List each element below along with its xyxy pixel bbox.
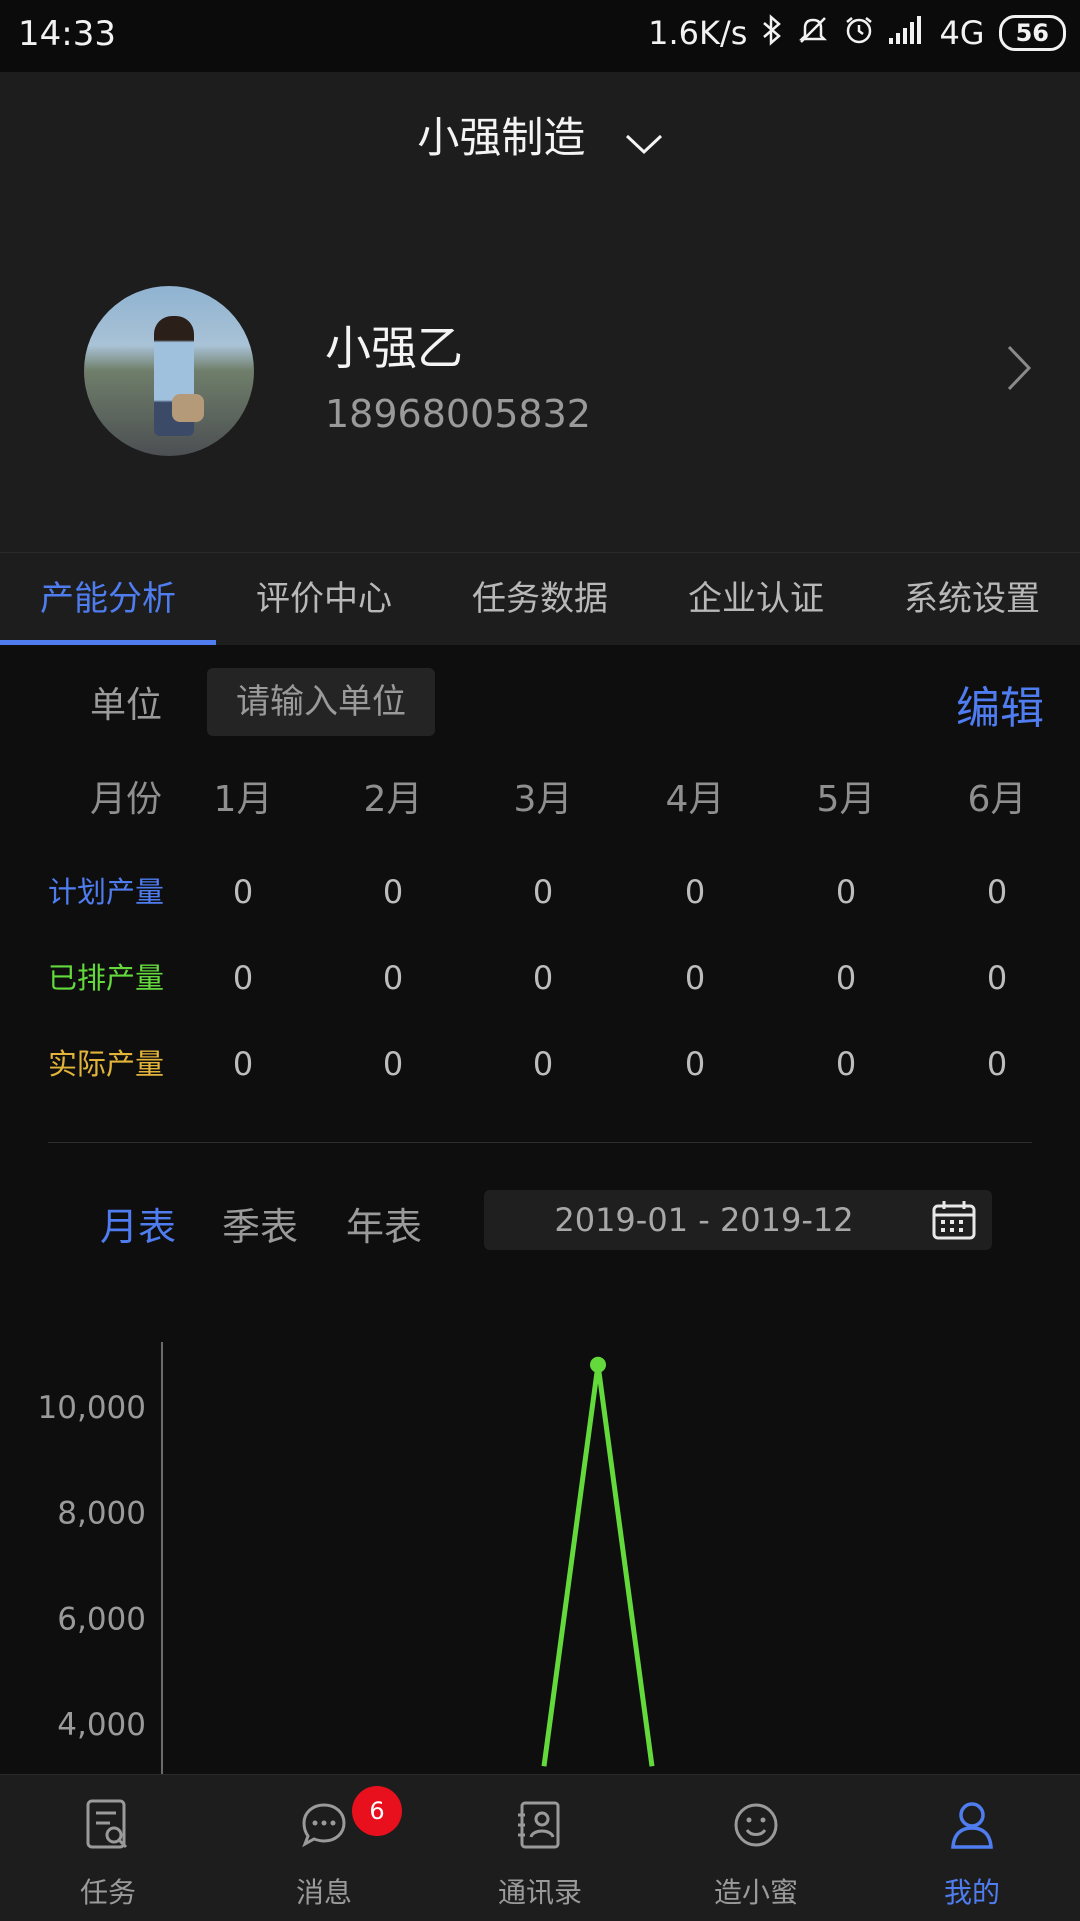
table-cell: 0	[986, 873, 1008, 911]
date-range-picker[interactable]: 2019-01 - 2019-12	[484, 1190, 992, 1250]
month-header: 4月	[665, 779, 725, 820]
month-header: 2月	[363, 779, 423, 820]
table-cell: 0	[986, 959, 1008, 997]
nav-item-contacts[interactable]: 通讯录	[432, 1775, 648, 1921]
nav-label: 通讯录	[497, 1876, 582, 1909]
mute-icon	[797, 14, 829, 52]
smile-icon	[732, 1797, 780, 1853]
nav-label: 我的	[943, 1876, 1000, 1909]
nav-label: 消息	[295, 1876, 352, 1909]
table-cell: 0	[835, 873, 857, 911]
table-cell: 0	[835, 1045, 857, 1083]
y-tick-label: 4,000	[57, 1707, 146, 1743]
month-header: 1月	[213, 779, 273, 820]
table-cell: 0	[684, 959, 706, 997]
date-range-text: 2019-01 - 2019-12	[554, 1201, 854, 1239]
data-point[interactable]	[590, 1356, 606, 1373]
nav-item-message[interactable]: 消息	[216, 1775, 432, 1921]
user-name: 小强乙	[325, 321, 463, 375]
nav-label: 任务	[79, 1876, 136, 1909]
network-type: 4G	[939, 14, 985, 52]
table-row: 已排产量 0 0 0 0 0 0	[0, 948, 1080, 1008]
profile-tabs: 产能分析 评价中心 任务数据 企业认证 系统设置	[0, 552, 1080, 645]
row-label-planned: 计划产量	[48, 875, 165, 909]
profile-icon	[948, 1797, 996, 1853]
table-cell: 0	[532, 873, 554, 911]
net-speed: 1.6K/s	[648, 14, 748, 52]
table-row: 实际产量 0 0 0 0 0 0	[0, 1034, 1080, 1094]
nav-item-profile[interactable]: 我的	[864, 1775, 1080, 1921]
profile-header: 小强制造 小强乙 18968005832	[0, 72, 1080, 552]
avatar[interactable]	[84, 286, 254, 456]
bluetooth-icon	[761, 14, 783, 52]
signal-icon	[889, 16, 925, 50]
battery-indicator: 56	[998, 15, 1066, 51]
y-tick-label: 6,000	[57, 1601, 146, 1637]
message-icon	[300, 1797, 348, 1853]
month-header: 5月	[816, 779, 876, 820]
status-bar: 14:33 1.6K/s 4G 56	[0, 0, 1080, 72]
task-icon	[84, 1797, 132, 1853]
table-header-row: 月份 1月 2月 3月 4月 5月 6月	[0, 770, 1080, 830]
unit-input[interactable]	[207, 668, 435, 736]
table-cell: 0	[835, 959, 857, 997]
month-header: 3月	[513, 779, 573, 820]
tab-enterprise-certification[interactable]: 企业认证	[648, 553, 864, 645]
contacts-icon	[516, 1797, 564, 1853]
avatar-photo-detail	[172, 394, 204, 422]
nav-item-task[interactable]: 任务	[0, 1775, 216, 1921]
table-cell: 0	[986, 1045, 1008, 1083]
alarm-icon	[843, 14, 875, 52]
month-label: 月份	[90, 779, 163, 820]
company-name: 小强制造	[417, 113, 586, 162]
table-cell: 0	[232, 873, 254, 911]
table-cell: 0	[382, 873, 404, 911]
bottom-navigation: 任务 消息 通讯录 造小蜜 我的	[0, 1774, 1080, 1921]
y-tick-label: 8,000	[57, 1496, 146, 1532]
table-cell: 0	[232, 1045, 254, 1083]
series-line	[541, 1364, 655, 1767]
table-cell: 0	[382, 959, 404, 997]
row-label-scheduled: 已排产量	[48, 961, 165, 995]
nav-label: 造小蜜	[713, 1876, 798, 1909]
month-header: 6月	[967, 779, 1027, 820]
edit-button[interactable]: 编辑	[956, 672, 1044, 736]
tab-task-data[interactable]: 任务数据	[432, 553, 648, 645]
period-yearly[interactable]: 年表	[346, 1196, 422, 1251]
status-time: 14:33	[18, 14, 116, 54]
chevron-right-icon[interactable]	[1006, 344, 1032, 396]
period-monthly[interactable]: 月表	[100, 1196, 176, 1251]
table-cell: 0	[532, 1045, 554, 1083]
table-row: 计划产量 0 0 0 0 0 0	[0, 862, 1080, 922]
table-cell: 0	[532, 959, 554, 997]
tab-capacity-analysis[interactable]: 产能分析	[0, 553, 216, 645]
unit-label: 单位	[90, 685, 163, 726]
table-cell: 0	[684, 1045, 706, 1083]
company-switcher[interactable]: 小强制造	[0, 104, 1080, 165]
nav-item-assistant[interactable]: 造小蜜	[648, 1775, 864, 1921]
production-line-chart: 10,000 8,000 6,000 4,000	[38, 1342, 655, 1774]
tab-system-settings[interactable]: 系统设置	[864, 553, 1080, 645]
section-divider	[48, 1142, 1032, 1143]
status-icons: 1.6K/s 4G 56	[648, 14, 1066, 52]
table-cell: 0	[232, 959, 254, 997]
table-cell: 0	[684, 873, 706, 911]
chevron-down-icon	[625, 116, 663, 165]
message-count-badge: 6	[352, 1786, 402, 1836]
table-cell: 0	[382, 1045, 404, 1083]
calendar-icon[interactable]	[932, 1200, 976, 1244]
period-quarterly[interactable]: 季表	[222, 1196, 298, 1251]
row-label-actual: 实际产量	[48, 1047, 165, 1081]
user-phone: 18968005832	[325, 392, 591, 436]
tab-evaluation-center[interactable]: 评价中心	[216, 553, 432, 645]
y-tick-label: 10,000	[38, 1390, 146, 1426]
